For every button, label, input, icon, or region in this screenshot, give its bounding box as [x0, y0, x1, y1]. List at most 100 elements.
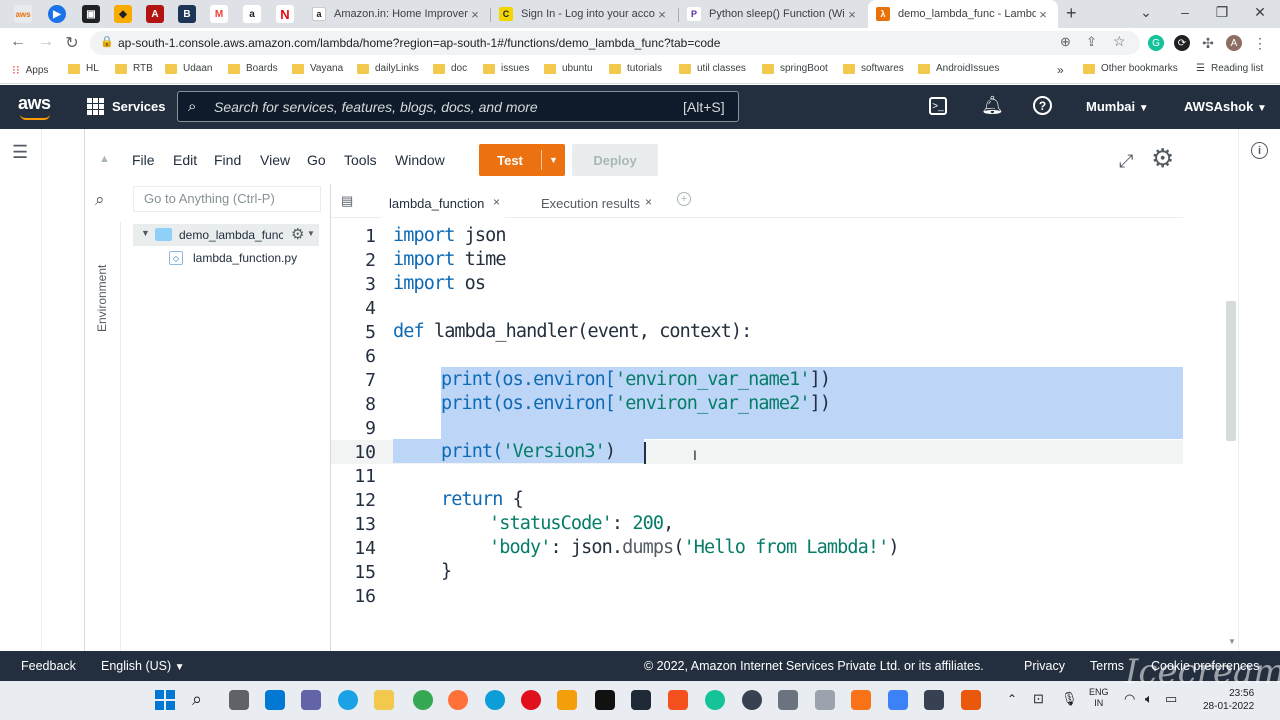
minimize-icon[interactable]: – [1170, 4, 1200, 20]
close-tab-icon[interactable]: × [655, 7, 669, 22]
code-line[interactable]: return { [441, 489, 524, 510]
terminal-icon[interactable] [631, 690, 651, 710]
more-bookmarks-button[interactable]: » [1057, 63, 1064, 77]
bookmark-star-icon[interactable]: ☆ [1113, 33, 1126, 50]
reload-icon[interactable]: ↻ [62, 33, 82, 53]
menu-file[interactable]: File [132, 152, 155, 168]
app-icon[interactable] [888, 690, 908, 710]
tab-search-icon[interactable]: ⌄ [1131, 4, 1161, 21]
sublime-icon[interactable] [557, 690, 577, 710]
app-icon[interactable] [815, 690, 835, 710]
tab-lambda[interactable]: λ demo_lambda_func - Lambda × [868, 0, 1058, 28]
pinned-tab-1[interactable]: aws [14, 5, 32, 23]
battery-icon[interactable]: ▭ [1165, 691, 1177, 707]
pinned-tab-2[interactable]: ▶ [48, 5, 66, 23]
tray-chevron-icon[interactable]: ⌃ [1007, 692, 1017, 706]
code-line[interactable]: import os [393, 273, 486, 294]
privacy-link[interactable]: Privacy [1024, 659, 1065, 673]
terms-link[interactable]: Terms [1090, 659, 1124, 673]
bookmark-folder[interactable]: tutorials [609, 63, 662, 74]
menu-window[interactable]: Window [395, 152, 445, 168]
code-line[interactable]: print('Version3') [441, 441, 616, 462]
chrome-icon[interactable] [413, 690, 433, 710]
code-line[interactable]: print(os.environ['environ_var_name1']) [441, 369, 831, 390]
tab-execution-results[interactable]: Execution results × [529, 188, 659, 218]
close-tab-icon[interactable]: × [645, 195, 652, 209]
environment-side-tab[interactable]: Environment [85, 222, 121, 651]
git-icon[interactable] [668, 690, 688, 710]
file-explorer-icon[interactable] [374, 690, 394, 710]
browser-menu-icon[interactable]: ⋮ [1252, 35, 1268, 51]
code-line[interactable]: print(os.environ['environ_var_name2']) [441, 393, 831, 414]
app-icon[interactable] [778, 690, 798, 710]
pinned-tab-6[interactable]: B [178, 5, 196, 23]
tab-amazon[interactable]: a Amazon.in: Home Improvemen × [304, 0, 490, 28]
firefox-icon[interactable] [448, 690, 468, 710]
vlc-icon[interactable] [851, 690, 871, 710]
collapse-up-icon[interactable]: ▲ [99, 153, 110, 165]
services-grid-icon[interactable] [87, 98, 104, 115]
other-bookmarks[interactable]: Other bookmarks [1083, 63, 1178, 74]
test-dropdown-caret-icon[interactable]: ▼ [542, 144, 565, 176]
tab-lambda-function[interactable]: lambda_function × [381, 188, 505, 218]
edge-icon[interactable] [485, 690, 505, 710]
app-icon[interactable] [595, 690, 615, 710]
cortana-icon[interactable] [338, 690, 358, 710]
bookmark-folder[interactable]: Udaan [165, 63, 212, 74]
windows-start-icon[interactable] [155, 690, 175, 710]
cloudshell-icon[interactable]: >_ [929, 97, 947, 115]
close-tab-icon[interactable]: × [493, 195, 500, 209]
pinned-tab-4[interactable]: ◆ [114, 5, 132, 23]
goto-anything-input[interactable]: Go to Anything (Ctrl-P) [133, 186, 321, 212]
bookmark-folder[interactable]: Vayana [292, 63, 343, 74]
menu-find[interactable]: Find [214, 152, 241, 168]
restore-icon[interactable]: ❐ [1207, 4, 1237, 21]
caret-down-icon[interactable]: ▼ [307, 229, 315, 238]
deploy-button[interactable]: Deploy [572, 144, 658, 176]
notifications-bell-icon[interactable]: 🔔︎ [981, 95, 1004, 116]
close-tab-icon[interactable]: × [1036, 7, 1050, 22]
code-line[interactable]: def lambda_handler(event, context): [393, 321, 752, 342]
bookmark-folder[interactable]: dailyLinks [357, 63, 419, 74]
code-line[interactable]: } [441, 561, 452, 582]
code-line[interactable]: import time [393, 249, 507, 270]
bookmark-folder[interactable]: issues [483, 63, 529, 74]
folder-settings-gear-icon[interactable]: ⚙ [291, 225, 304, 243]
search-icon[interactable]: ⌕ [192, 689, 202, 710]
widgets-icon[interactable] [265, 690, 285, 710]
services-menu[interactable]: Services [112, 99, 166, 114]
app-icon[interactable] [961, 690, 981, 710]
gmail-tab-icon[interactable]: M [210, 5, 228, 23]
bookmark-folder[interactable]: AndroidIssues [918, 63, 999, 74]
folder-row[interactable]: ▼ demo_lambda_func ⚙ ▼ [133, 224, 319, 246]
aws-logo[interactable]: aws [18, 93, 51, 114]
tray-icon[interactable]: ⊡ [1033, 691, 1044, 707]
opera-icon[interactable] [521, 690, 541, 710]
netflix-tab-icon[interactable]: N [276, 5, 294, 23]
code-line[interactable]: 'statusCode': 200, [489, 513, 674, 534]
fullscreen-icon[interactable]: ⤢ [1119, 151, 1133, 172]
bookmark-folder[interactable]: doc [433, 63, 467, 74]
bookmark-folder[interactable]: springBoot [762, 63, 828, 74]
task-view-icon[interactable] [229, 690, 249, 710]
bookmark-folder[interactable]: RTB [115, 63, 153, 74]
expand-caret-icon[interactable]: ▼ [141, 228, 150, 238]
bookmark-apps[interactable]: ⁝⁝ Apps [12, 63, 48, 77]
file-row[interactable]: ◇ lambda_function.py [169, 248, 319, 268]
account-menu[interactable]: AWSAshok ▼ [1184, 99, 1267, 114]
microphone-icon[interactable]: 🎙︎ [1061, 691, 1078, 707]
back-icon[interactable]: ← [8, 33, 28, 51]
volume-icon[interactable]: 🔈︎ [1145, 691, 1153, 707]
share-icon[interactable]: ⇪ [1086, 34, 1097, 50]
menu-go[interactable]: Go [307, 152, 326, 168]
bookmark-folder[interactable]: softwares [843, 63, 904, 74]
language-selector[interactable]: English (US) ▼ [101, 659, 185, 673]
menu-edit[interactable]: Edit [173, 152, 197, 168]
info-icon[interactable]: i [1251, 142, 1268, 159]
search-icon[interactable]: ⌕ [95, 190, 105, 210]
feedback-link[interactable]: Feedback [21, 659, 76, 673]
close-window-icon[interactable]: ✕ [1245, 4, 1275, 21]
scrollbar-thumb[interactable] [1226, 301, 1236, 441]
grammarly-app-icon[interactable] [705, 690, 725, 710]
amazon-pinned-tab-icon[interactable]: a [243, 5, 261, 23]
